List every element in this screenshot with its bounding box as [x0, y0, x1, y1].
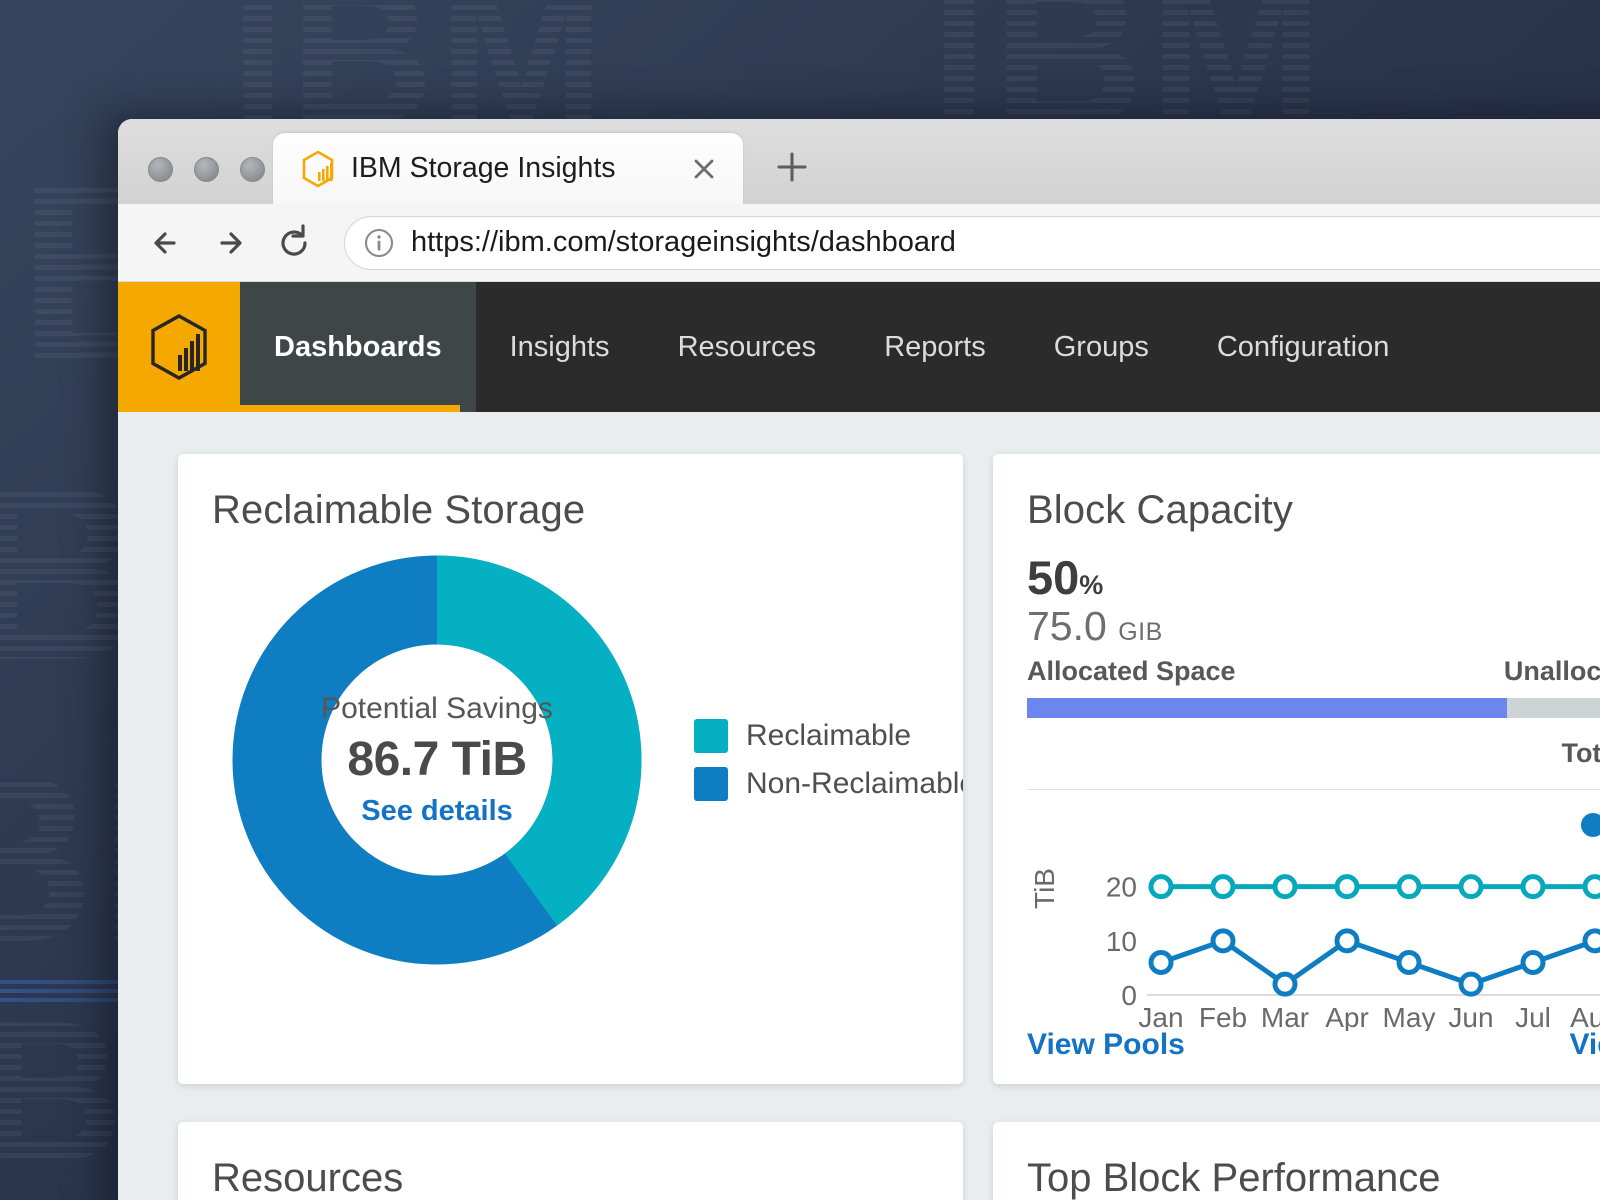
donut-legend: Reclaimable Non-Reclaimable — [694, 719, 963, 801]
legend-swatch-icon — [694, 767, 728, 801]
url-input[interactable]: https://ibm.com/storageinsights/dashboar… — [344, 215, 1600, 270]
browser-tab-strip: IBM Storage Insights — [118, 119, 1600, 204]
minimize-window-button[interactable] — [194, 157, 219, 182]
svg-text:Jul: Jul — [1515, 1002, 1551, 1031]
card-title: Reclaimable Storage — [212, 488, 586, 532]
card-title: Top Block Performance — [1027, 1156, 1441, 1200]
nav-item-label: Groups — [1053, 330, 1149, 363]
card-resources: Resources — [178, 1122, 963, 1200]
dashboard-grid: Reclaimable Storage Potential Savings 86… — [118, 412, 1600, 1200]
legend-item-non-reclaimable: Non-Reclaimable — [694, 767, 963, 801]
line-chart-legend: Allocated — [1027, 808, 1600, 841]
card-title: Block Capacity — [1027, 488, 1293, 532]
capacity-percent-unit: % — [1079, 570, 1104, 600]
nav-item-label: Dashboards — [274, 330, 442, 363]
browser-window: IBM Storage Insights https://ibm.com/sto… — [118, 119, 1600, 1200]
nav-item-groups[interactable]: Groups — [1020, 282, 1183, 412]
legend-dot-icon — [1580, 812, 1600, 837]
nav-item-label: Reports — [884, 330, 986, 363]
nav-item-insights[interactable]: Insights — [476, 282, 644, 412]
window-controls[interactable] — [148, 157, 265, 182]
browser-address-bar: https://ibm.com/storageinsights/dashboar… — [118, 204, 1600, 282]
app-navigation-bar: Dashboards Insights Resources Reports Gr… — [118, 282, 1600, 412]
capacity-bar-labels: Allocated Space Unallocated Space — [1027, 656, 1600, 687]
y-axis-label: TiB — [1029, 868, 1060, 910]
card-top-block-performance: Top Block Performance — [993, 1122, 1600, 1200]
svg-text:Mar: Mar — [1261, 1002, 1309, 1031]
maximize-window-button[interactable] — [240, 157, 265, 182]
allocated-space-label: Allocated Space — [1027, 656, 1236, 687]
potential-savings-value: 86.7 TiB — [347, 733, 527, 786]
background-ibm-watermark: IBM — [930, 0, 1328, 169]
capacity-amount-value: 75.0 — [1027, 603, 1107, 650]
capacity-line-chart[interactable]: TiB 01020JanFebMarAprMayJunJulAugSep — [1027, 851, 1600, 1031]
svg-text:Jan: Jan — [1138, 1002, 1183, 1031]
legend-swatch-icon — [694, 719, 728, 753]
card-block-capacity: Block Capacity 50% 75.0 GIB Allocated Sp… — [993, 454, 1600, 1084]
card-reclaimable-storage: Reclaimable Storage Potential Savings 86… — [178, 454, 963, 1084]
donut-center-content: Potential Savings 86.7 TiB See details — [232, 555, 642, 965]
nav-item-label: Configuration — [1216, 330, 1390, 363]
background-ibm-watermark: IBM — [230, 0, 609, 165]
card-title: Resources — [212, 1156, 404, 1200]
browser-tab[interactable]: IBM Storage Insights — [273, 133, 743, 204]
legend-label: Reclaimable — [746, 719, 912, 752]
view-details-link[interactable]: View Details — [1569, 1028, 1600, 1062]
nav-item-configuration[interactable]: Configuration — [1183, 282, 1424, 412]
desktop-background: IBM IBM IBM IBM IBM IBM IBM — [0, 0, 1600, 1200]
hexagon-chart-icon — [301, 150, 335, 188]
nav-active-accent-bar — [118, 405, 460, 412]
svg-text:Aug: Aug — [1570, 1002, 1600, 1031]
capacity-percent: 50% — [1027, 553, 1600, 602]
nav-item-label: Insights — [509, 330, 610, 363]
close-icon[interactable] — [689, 154, 719, 184]
url-text: https://ibm.com/storageinsights/dashboar… — [411, 226, 956, 258]
capacity-percent-value: 50 — [1027, 551, 1080, 604]
back-arrow-icon[interactable] — [144, 221, 188, 265]
browser-tab-title: IBM Storage Insights — [351, 152, 616, 184]
ibm-storage-insights-logo[interactable] — [118, 282, 240, 412]
forward-arrow-icon[interactable] — [208, 221, 252, 265]
unallocated-space-label: Unallocated Space — [1503, 656, 1600, 687]
reclaimable-donut-chart[interactable]: Potential Savings 86.7 TiB See details — [232, 555, 642, 965]
legend-label: Non-Reclaimable — [746, 767, 963, 800]
card-footer-links: View Pools View Details — [1027, 1028, 1600, 1062]
see-details-link[interactable]: See details — [361, 795, 513, 828]
nav-item-resources[interactable]: Resources — [644, 282, 851, 412]
capacity-progress-fill — [1027, 698, 1508, 719]
new-tab-plus-icon[interactable] — [773, 148, 811, 186]
svg-text:0: 0 — [1121, 980, 1137, 1011]
nav-item-label: Resources — [677, 330, 817, 363]
card-divider — [1027, 789, 1600, 791]
close-window-button[interactable] — [148, 157, 173, 182]
svg-text:Apr: Apr — [1325, 1002, 1369, 1031]
legend-item-reclaimable: Reclaimable — [694, 719, 963, 753]
potential-savings-label: Potential Savings — [321, 692, 553, 725]
nav-item-reports[interactable]: Reports — [850, 282, 1020, 412]
donut-chart-region: Potential Savings 86.7 TiB See details R… — [212, 555, 963, 965]
reload-icon[interactable] — [272, 221, 316, 265]
view-pools-link[interactable]: View Pools — [1027, 1028, 1185, 1062]
capacity-amount-unit: GIB — [1118, 618, 1163, 647]
capacity-progress-bar — [1027, 698, 1600, 719]
svg-text:20: 20 — [1106, 872, 1137, 903]
info-circle-icon[interactable] — [363, 227, 395, 259]
svg-text:May: May — [1383, 1002, 1436, 1031]
svg-text:10: 10 — [1106, 926, 1137, 957]
capacity-amount: 75.0 GIB — [1027, 603, 1600, 650]
svg-text:Feb: Feb — [1199, 1002, 1247, 1031]
total-capacity-label: Total Capacity — [1561, 738, 1600, 769]
svg-text:Jun: Jun — [1448, 1002, 1493, 1031]
nav-item-dashboards[interactable]: Dashboards — [240, 282, 476, 412]
